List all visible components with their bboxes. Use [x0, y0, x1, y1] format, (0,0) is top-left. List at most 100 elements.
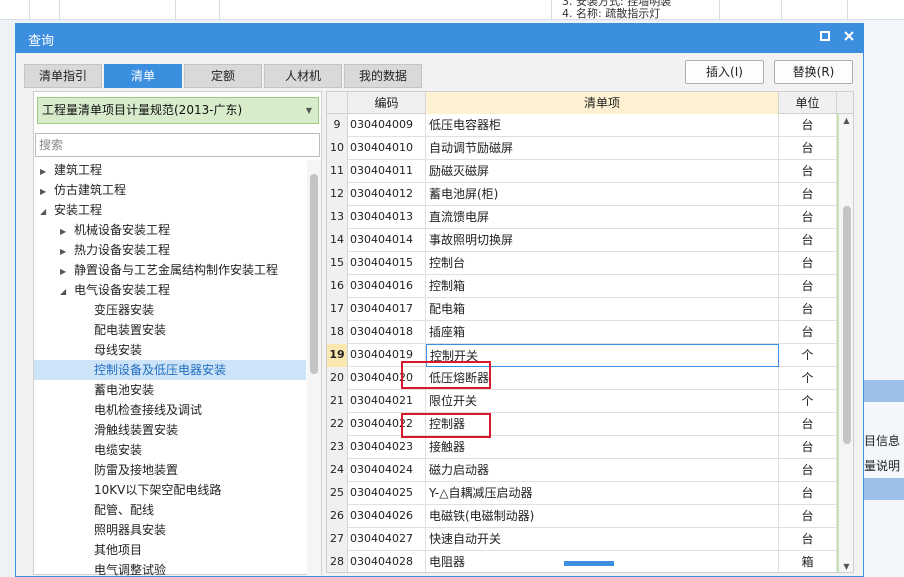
cell-item[interactable]: 励磁灭磁屏 — [426, 160, 779, 183]
table-row[interactable]: 27 030404027 快速自动开关台 — [327, 528, 837, 551]
cell-code[interactable]: 030404012 — [348, 183, 426, 206]
row-number[interactable]: 15 — [327, 252, 348, 275]
cell-item[interactable]: 控制箱 — [426, 275, 779, 298]
background-side-text-2[interactable]: 量说明 — [864, 457, 900, 474]
cell-item[interactable]: 自动调节励磁屏 — [426, 137, 779, 160]
table-row[interactable]: 12 030404012 蓄电池屏(柜) 台 — [327, 183, 837, 206]
chevron-down-icon[interactable]: ◢ — [60, 282, 74, 302]
row-number[interactable]: 9 — [327, 114, 348, 137]
tree-node[interactable]: 电气调整试验 — [34, 560, 306, 576]
tree-node[interactable]: 配管、配线 — [34, 500, 306, 520]
cell-item[interactable]: 控制台 — [426, 252, 779, 275]
tree-node[interactable]: ▶ 机械设备安装工程 — [34, 220, 306, 240]
table-row[interactable]: 21 030404021 限位开关个 — [327, 390, 837, 413]
tab-list[interactable]: 清单 — [104, 64, 182, 88]
cell-unit[interactable]: 个 — [779, 367, 837, 390]
row-number[interactable]: 10 — [327, 137, 348, 160]
table-row[interactable]: 24 030404024 磁力启动器台 — [327, 459, 837, 482]
header-code[interactable]: 编码 — [348, 92, 426, 114]
table-row[interactable]: 13 030404013 直流馈电屏台 — [327, 206, 837, 229]
row-number[interactable]: 20 — [327, 367, 348, 390]
table-row[interactable]: 15 030404015 控制台台 — [327, 252, 837, 275]
row-number[interactable]: 14 — [327, 229, 348, 252]
cell-item[interactable]: 插座箱 — [426, 321, 779, 344]
tab-list-guide[interactable]: 清单指引 — [24, 64, 102, 88]
row-number[interactable]: 26 — [327, 505, 348, 528]
cell-item[interactable]: 快速自动开关 — [426, 528, 779, 551]
cell-unit[interactable]: 台 — [779, 459, 837, 482]
tree-node[interactable]: 照明器具安装 — [34, 520, 306, 540]
cell-unit[interactable]: 个 — [779, 390, 837, 413]
tree-node[interactable]: 防雷及接地装置 — [34, 460, 306, 480]
insert-button[interactable]: 插入(I) — [685, 60, 764, 84]
tree-node[interactable]: 母线安装 — [34, 340, 306, 360]
chevron-right-icon[interactable]: ▶ — [40, 162, 54, 182]
cell-unit[interactable]: 台 — [779, 275, 837, 298]
cell-item[interactable]: 接触器 — [426, 436, 779, 459]
tree-node[interactable]: 其他项目 — [34, 540, 306, 560]
tree-node[interactable]: 电缆安装 — [34, 440, 306, 460]
table-row[interactable]: 14 030404014 事故照明切换屏台 — [327, 229, 837, 252]
scroll-down-icon[interactable]: ▼ — [839, 560, 853, 572]
chevron-right-icon[interactable]: ▶ — [60, 242, 74, 262]
tree-node[interactable]: ◢ 电气设备安装工程 — [34, 280, 306, 300]
panel-splitter[interactable] — [564, 561, 614, 566]
tree-node[interactable]: 变压器安装 — [34, 300, 306, 320]
row-number[interactable]: 16 — [327, 275, 348, 298]
search-input[interactable]: 搜索 — [35, 133, 320, 157]
cell-code[interactable]: 030404011 — [348, 160, 426, 183]
tree-node[interactable]: ▶ 建筑工程 — [34, 160, 306, 180]
cell-unit[interactable]: 台 — [779, 160, 837, 183]
row-number[interactable]: 27 — [327, 528, 348, 551]
tree-node[interactable]: 10KV以下架空配电线路 — [34, 480, 306, 500]
row-number[interactable]: 19 — [327, 344, 348, 367]
tree-node[interactable]: 蓄电池安装 — [34, 380, 306, 400]
cell-item[interactable]: 直流馈电屏 — [426, 206, 779, 229]
cell-unit[interactable]: 台 — [779, 321, 837, 344]
tree-node[interactable]: 控制设备及低压电器安装 — [34, 360, 306, 380]
cell-code[interactable]: 030404026 — [348, 505, 426, 528]
cell-unit[interactable]: 台 — [779, 528, 837, 551]
tab-my-data[interactable]: 我的数据 — [344, 64, 422, 88]
cell-code[interactable]: 030404017 — [348, 298, 426, 321]
header-item[interactable]: 清单项 — [426, 92, 779, 114]
cell-code[interactable]: 030404024 — [348, 459, 426, 482]
cell-code[interactable]: 030404028 — [348, 551, 426, 572]
table-row[interactable]: 23 030404023 接触器台 — [327, 436, 837, 459]
tree-node[interactable]: ▶ 仿古建筑工程 — [34, 180, 306, 200]
table-row[interactable]: 17 030404017 配电箱台 — [327, 298, 837, 321]
dialog-titlebar[interactable]: 查询 — [16, 24, 863, 53]
cell-code[interactable]: 030404025 — [348, 482, 426, 505]
cell-unit[interactable]: 台 — [779, 436, 837, 459]
table-row[interactable]: 11 030404011 励磁灭磁屏台 — [327, 160, 837, 183]
cell-unit[interactable]: 台 — [779, 137, 837, 160]
cell-unit[interactable]: 台 — [779, 252, 837, 275]
cell-item[interactable]: 限位开关 — [426, 390, 779, 413]
cell-unit[interactable]: 台 — [779, 114, 837, 137]
table-row[interactable]: 9 030404009 低压电容器柜台 — [327, 114, 837, 137]
replace-button[interactable]: 替换(R) — [774, 60, 853, 84]
row-number[interactable]: 11 — [327, 160, 348, 183]
cell-code[interactable]: 030404009 — [348, 114, 426, 137]
cell-unit[interactable]: 台 — [779, 229, 837, 252]
cell-item[interactable]: 蓄电池屏(柜) — [426, 183, 779, 206]
row-number[interactable]: 13 — [327, 206, 348, 229]
tree-scrollbar-thumb[interactable] — [310, 174, 318, 374]
spec-select[interactable]: 工程量清单项目计量规范(2013-广东) ▼ — [37, 97, 319, 124]
cell-unit[interactable]: 台 — [779, 183, 837, 206]
row-number[interactable]: 22 — [327, 413, 348, 436]
chevron-right-icon[interactable]: ▶ — [40, 182, 54, 202]
table-row[interactable]: 10 030404010 自动调节励磁屏台 — [327, 137, 837, 160]
tree-node[interactable]: 配电装置安装 — [34, 320, 306, 340]
scroll-up-icon[interactable]: ▲ — [839, 114, 853, 128]
cell-unit[interactable]: 台 — [779, 206, 837, 229]
grid-scrollbar-thumb[interactable] — [843, 206, 851, 444]
cell-item[interactable]: 磁力启动器 — [426, 459, 779, 482]
header-unit[interactable]: 单位 — [779, 92, 837, 114]
cell-unit[interactable]: 箱 — [779, 551, 837, 572]
table-row[interactable]: 25 030404025 Y-△自耦减压启动器台 — [327, 482, 837, 505]
tree-node[interactable]: ▶ 热力设备安装工程 — [34, 240, 306, 260]
chevron-down-icon[interactable]: ◢ — [40, 202, 54, 222]
tree-scrollbar[interactable] — [307, 160, 321, 576]
cell-code[interactable]: 030404010 — [348, 137, 426, 160]
